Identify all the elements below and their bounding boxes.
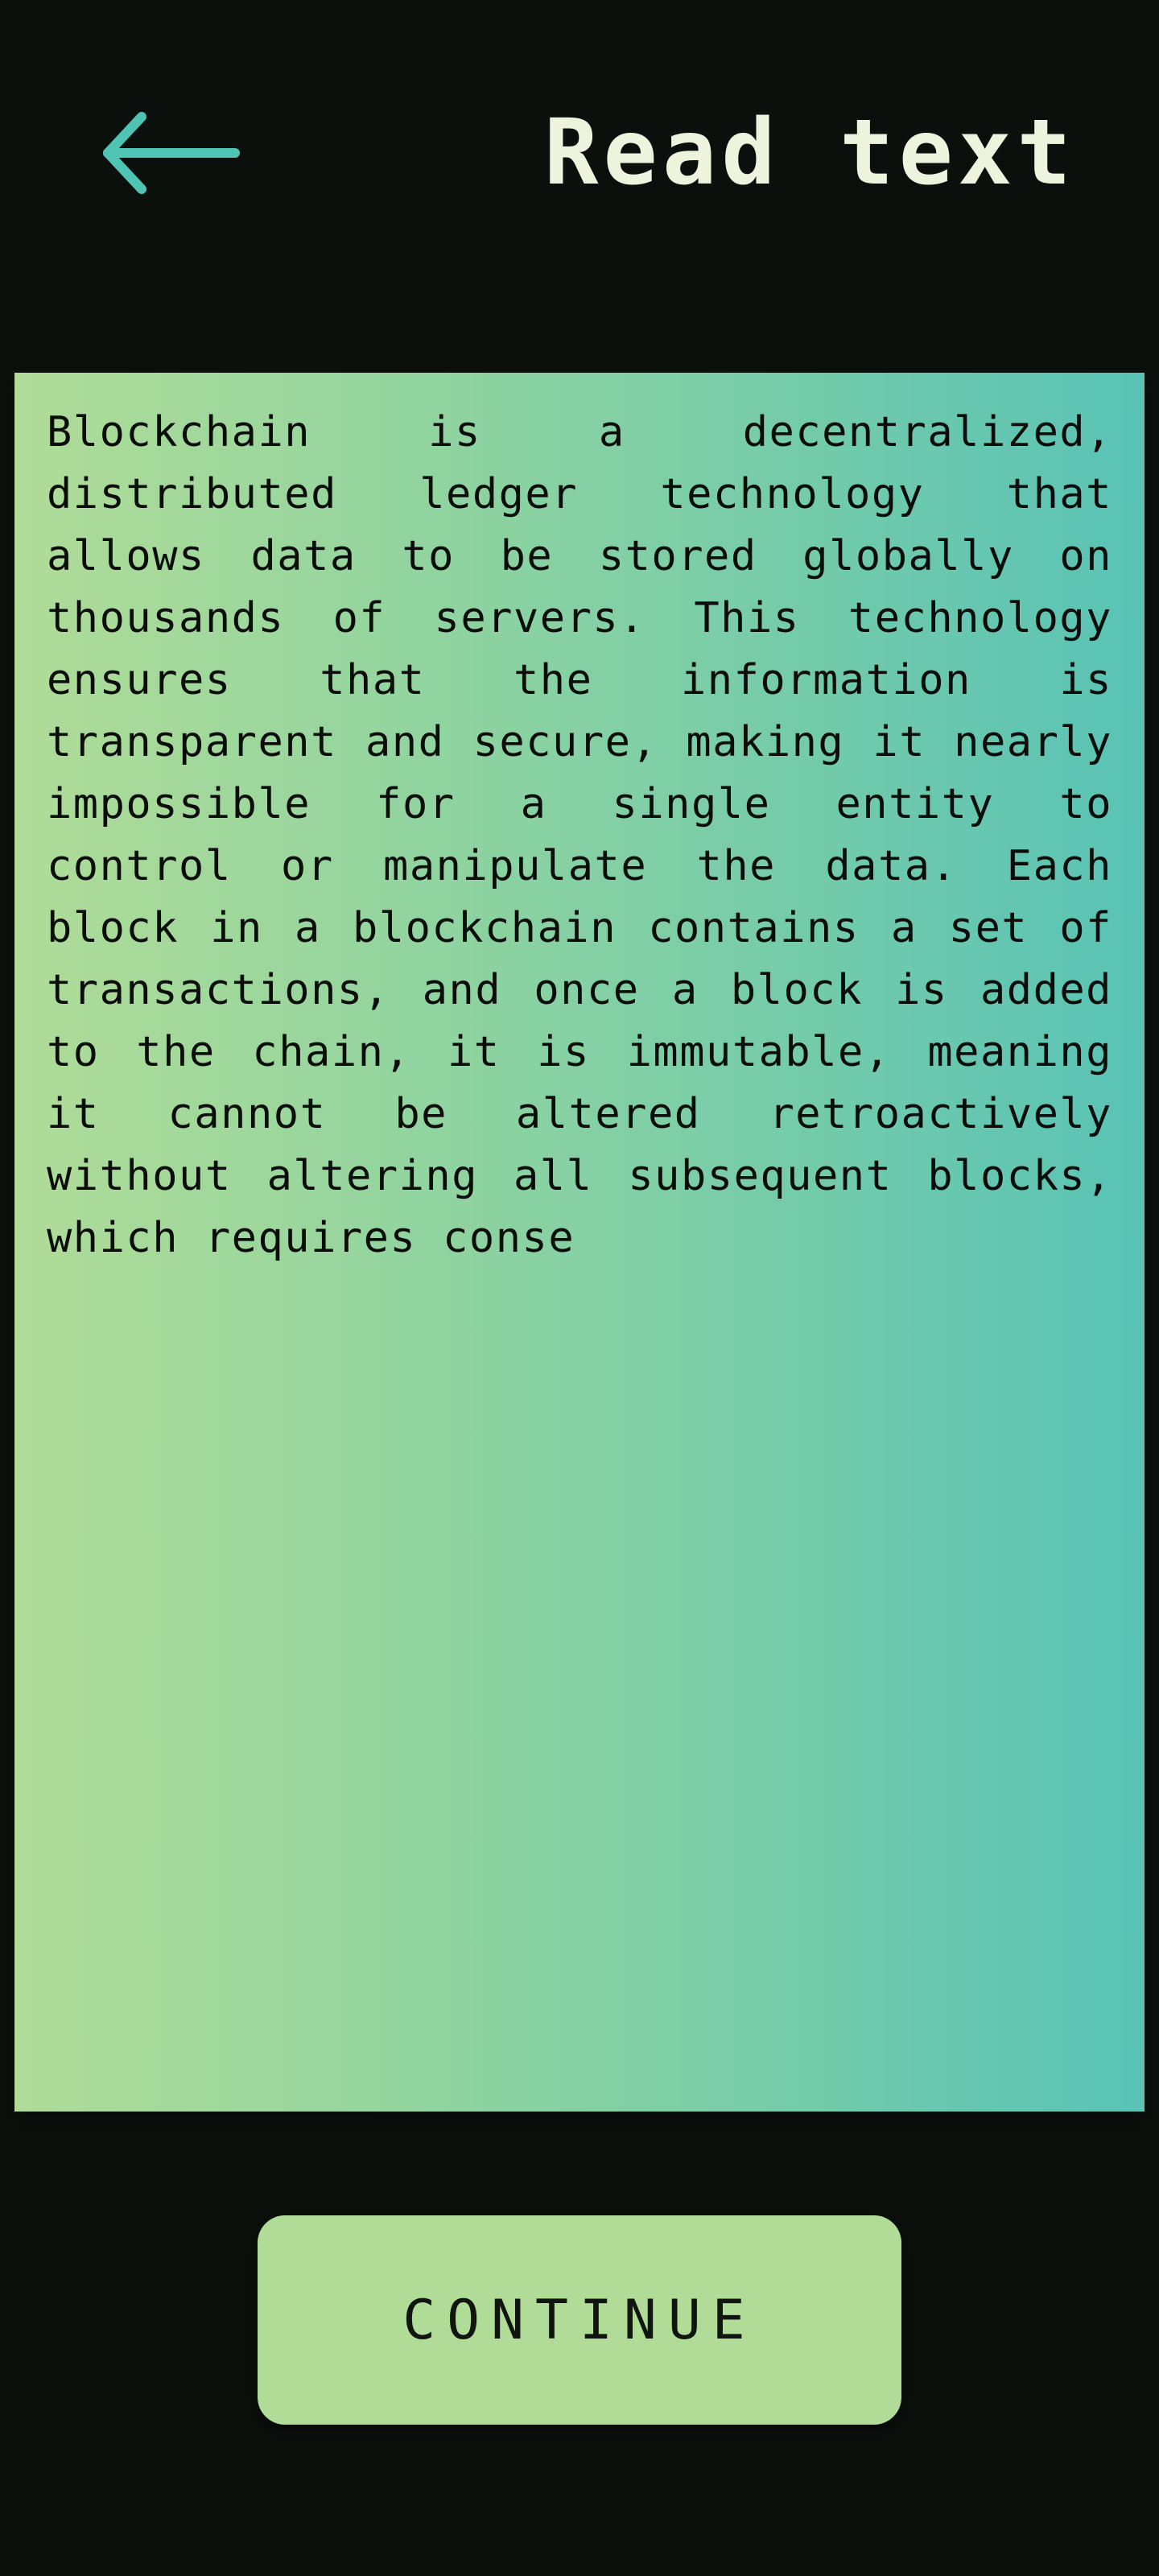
page-title: Read text	[544, 101, 1076, 205]
arrow-left-icon	[103, 112, 240, 194]
continue-button[interactable]: CONTINUE	[258, 2215, 901, 2425]
app-header: Read text	[0, 0, 1159, 306]
reading-text-card: Blockchain is a decentralized, distribut…	[14, 373, 1145, 2112]
back-button[interactable]	[89, 97, 250, 209]
reading-text: Blockchain is a decentralized, distribut…	[47, 408, 1112, 1262]
